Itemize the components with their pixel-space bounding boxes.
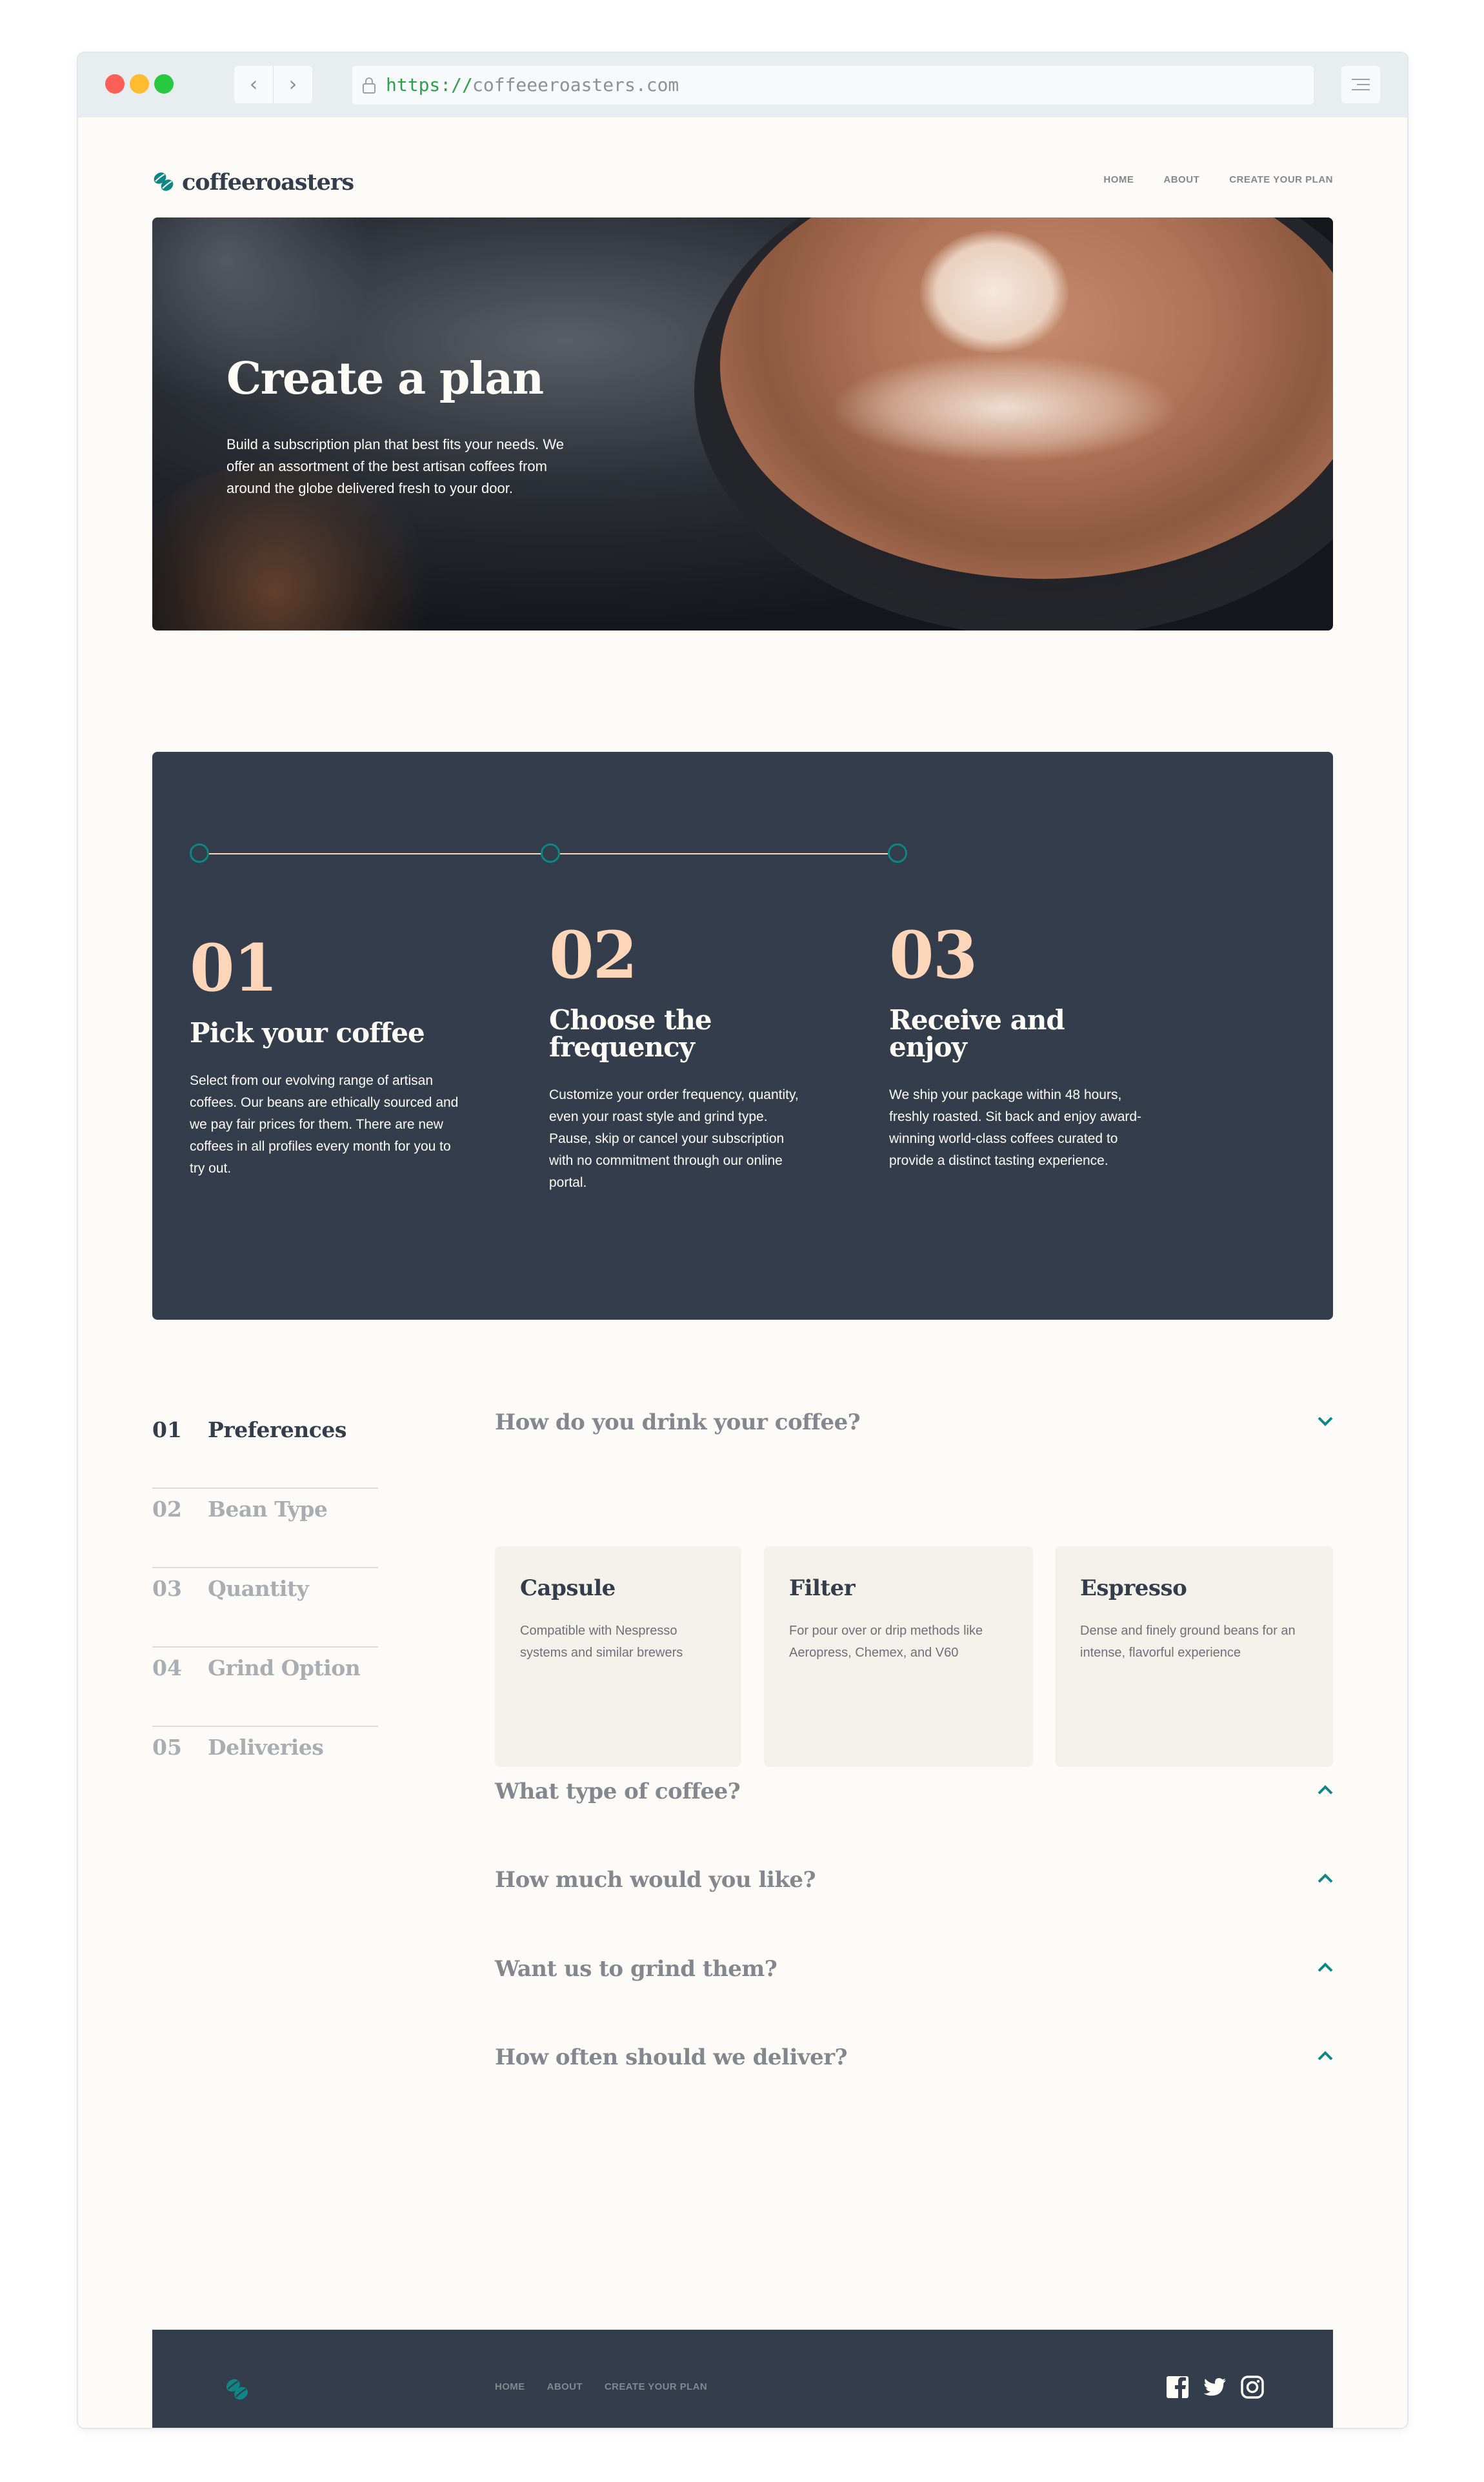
footer-about-link[interactable]: ABOUT	[547, 2381, 583, 2392]
page-content: coffeeroasters HOME ABOUT CREATE YOUR PL…	[78, 117, 1407, 2428]
sidebar-item-number: 01	[152, 1417, 182, 1442]
sidebar-item-number: 04	[152, 1655, 182, 1680]
step-marker	[190, 843, 209, 863]
step-title: Choose the frequency	[549, 1004, 712, 1063]
footer-home-link[interactable]: HOME	[495, 2381, 525, 2392]
sidebar-item-label: Quantity	[208, 1576, 309, 1601]
sidebar-item-bean-type[interactable]: 02 Bean Type	[152, 1489, 378, 1568]
how-it-works-section: 01 Pick your coffee Select from our evol…	[152, 752, 1333, 1320]
chevron-up-icon[interactable]	[1317, 2050, 1334, 2063]
site-logo[interactable]: coffeeroasters	[152, 166, 354, 198]
plan-sidebar: 01 Preferences 02 Bean Type 03 Quantity …	[152, 1409, 378, 1805]
option-card-capsule[interactable]: Capsule Compatible with Nespresso system…	[495, 1546, 741, 1767]
chevron-up-icon[interactable]	[1317, 1961, 1334, 1974]
sidebar-item-label: Grind Option	[208, 1655, 361, 1680]
question-title: How much would you like?	[495, 1867, 816, 1893]
coffee-bean-logo-icon	[154, 172, 174, 191]
hero-banner: Create a plan Build a subscription plan …	[152, 217, 1333, 631]
hero-title: Create a plan	[226, 353, 544, 405]
chevron-down-icon[interactable]	[1317, 1415, 1334, 1428]
option-title: Capsule	[520, 1575, 616, 1601]
step-card: 02 Choose the frequency Customize your o…	[549, 923, 807, 1194]
question-title: What type of coffee?	[495, 1779, 741, 1804]
option-title: Espresso	[1080, 1575, 1187, 1601]
step-description: Customize your order frequency, quantity…	[549, 1087, 799, 1190]
step-title: Pick your coffee	[190, 1017, 425, 1049]
sidebar-item-quantity[interactable]: 03 Quantity	[152, 1568, 378, 1648]
sidebar-item-number: 03	[152, 1576, 182, 1601]
question-quantity[interactable]: How much would you like?	[495, 1867, 1334, 1906]
question-coffee-type[interactable]: What type of coffee?	[495, 1779, 1334, 1817]
maximize-window-button[interactable]	[154, 74, 174, 94]
sidebar-item-number: 05	[152, 1735, 182, 1760]
question-title: Want us to grind them?	[495, 1956, 777, 1982]
question-drink-coffee[interactable]: How do you drink your coffee?	[495, 1409, 1334, 1448]
step-card: 03 Receive and enjoy We ship your packag…	[889, 923, 1147, 1172]
nav-home-link[interactable]: HOME	[1103, 174, 1134, 185]
sidebar-item-deliveries[interactable]: 05 Deliveries	[152, 1727, 378, 1805]
option-description: Dense and finely ground beans for an int…	[1080, 1624, 1296, 1660]
progress-line	[560, 853, 888, 854]
chevron-right-icon: ›	[288, 72, 297, 96]
option-card-filter[interactable]: Filter For pour over or drip methods lik…	[764, 1546, 1033, 1767]
step-description: Select from our evolving range of artisa…	[190, 1073, 459, 1176]
progress-line	[209, 853, 559, 854]
browser-toolbar: ‹ › https:// coffeeeroasters.com	[78, 53, 1407, 117]
option-description: Compatible with Nespresso systems and si…	[520, 1624, 683, 1660]
sidebar-item-label: Deliveries	[208, 1735, 324, 1760]
forward-button[interactable]: ›	[274, 66, 312, 103]
minimize-window-button[interactable]	[130, 74, 149, 94]
nav-about-link[interactable]: ABOUT	[1163, 174, 1199, 185]
sidebar-item-number: 02	[152, 1497, 182, 1522]
step-marker	[541, 843, 560, 863]
logo-text: coffeeroasters	[182, 168, 354, 196]
footer-create-plan-link[interactable]: CREATE YOUR PLAN	[605, 2381, 707, 2392]
sidebar-item-grind-option[interactable]: 04 Grind Option	[152, 1648, 378, 1727]
chevron-left-icon: ‹	[249, 72, 258, 96]
latte-art-swirl-image	[830, 353, 1178, 463]
address-bar[interactable]: https:// coffeeeroasters.com	[352, 66, 1314, 105]
url-host: coffeeeroasters.com	[472, 74, 679, 96]
url-scheme: https://	[386, 74, 473, 96]
step-number: 02	[549, 917, 637, 993]
sidebar-item-label: Bean Type	[208, 1497, 328, 1522]
sidebar-item-preferences[interactable]: 01 Preferences	[152, 1409, 378, 1489]
step-marker	[888, 843, 907, 863]
facebook-icon[interactable]	[1165, 2375, 1190, 2399]
browser-menu-button[interactable]	[1341, 66, 1380, 103]
instagram-icon[interactable]	[1240, 2375, 1265, 2399]
coffee-bean-logo-icon[interactable]	[225, 2377, 250, 2403]
option-description: For pour over or drip methods like Aerop…	[789, 1624, 983, 1660]
option-title: Filter	[789, 1575, 856, 1601]
chevron-up-icon[interactable]	[1317, 1784, 1334, 1797]
close-window-button[interactable]	[105, 74, 125, 94]
nav-create-plan-link[interactable]: CREATE YOUR PLAN	[1229, 174, 1333, 185]
lock-icon	[363, 77, 376, 94]
sidebar-item-label: Preferences	[208, 1417, 346, 1442]
question-grind[interactable]: Want us to grind them?	[495, 1956, 1334, 1995]
main-nav: HOME ABOUT CREATE YOUR PLAN	[1103, 174, 1333, 185]
back-button[interactable]: ‹	[234, 66, 274, 103]
question-delivery[interactable]: How often should we deliver?	[495, 2044, 1334, 2083]
twitter-icon[interactable]	[1203, 2375, 1227, 2399]
step-title: Receive and enjoy	[889, 1004, 1065, 1063]
question-title: How often should we deliver?	[495, 2044, 848, 2070]
step-description: We ship your package within 48 hours, fr…	[889, 1087, 1142, 1168]
option-card-espresso[interactable]: Espresso Dense and finely ground beans f…	[1055, 1546, 1333, 1767]
step-number: 03	[889, 917, 978, 993]
hero-description: Build a subscription plan that best fits…	[226, 436, 564, 496]
step-number: 01	[190, 930, 278, 1006]
chevron-up-icon[interactable]	[1317, 1872, 1334, 1885]
footer-nav: HOME ABOUT CREATE YOUR PLAN	[495, 2381, 707, 2392]
step-card: 01 Pick your coffee Select from our evol…	[190, 936, 461, 1180]
site-footer: HOME ABOUT CREATE YOUR PLAN	[152, 2330, 1333, 2428]
question-title: How do you drink your coffee?	[495, 1409, 861, 1435]
latte-art-heart-image	[920, 230, 1068, 353]
browser-window: ‹ › https:// coffeeeroasters.com coffeer…	[77, 52, 1409, 2429]
